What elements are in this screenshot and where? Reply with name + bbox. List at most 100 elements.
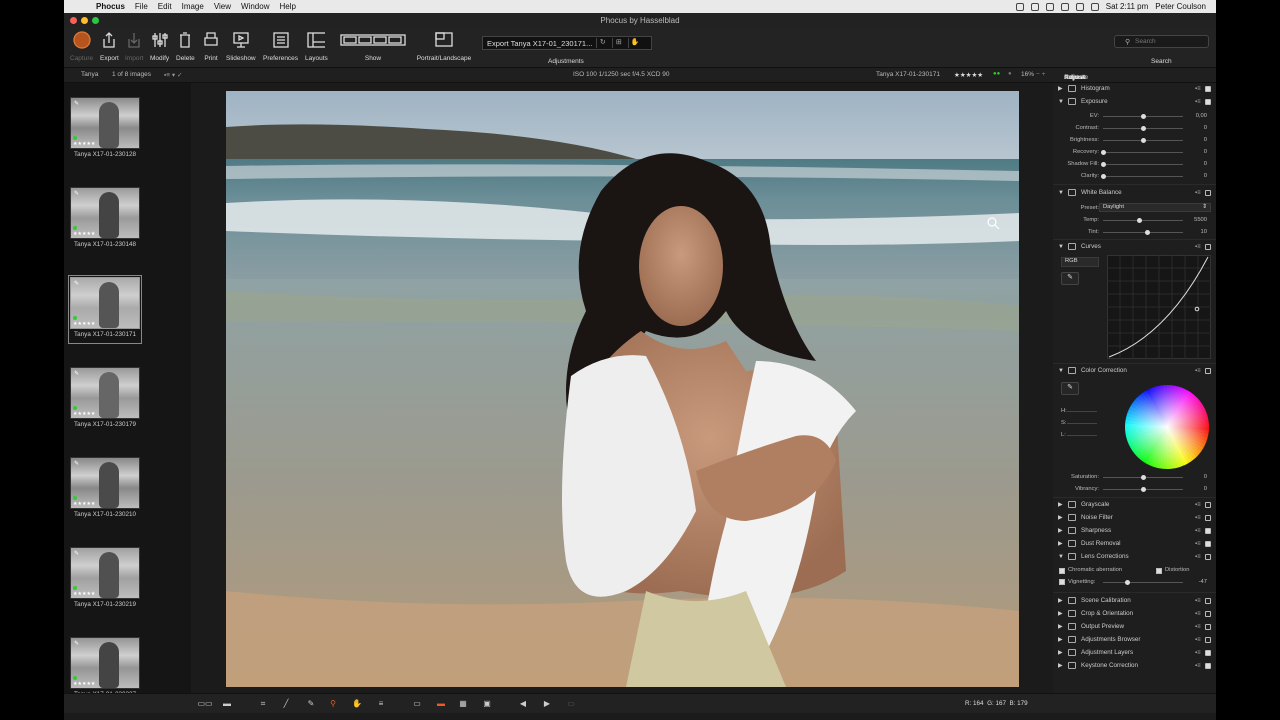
tool-enable-checkbox[interactable]	[1205, 85, 1211, 92]
import-button[interactable]: Import	[125, 30, 143, 62]
grid-icon[interactable]: ▦	[456, 698, 470, 709]
slider-value[interactable]: 0	[1204, 149, 1207, 155]
clock[interactable]: Sat 2:11 pm	[1106, 2, 1149, 11]
adjust-slider[interactable]: Temp: 5500	[1053, 215, 1216, 226]
tool-menu-icon[interactable]: ▪≡	[1195, 541, 1205, 547]
menu-edit[interactable]: Edit	[158, 2, 172, 11]
tool-tool-item[interactable]: ▶ Grayscale ▪≡	[1053, 498, 1216, 511]
show-button[interactable]: Show	[340, 30, 406, 62]
disclosure-closed-icon[interactable]: ▶	[1058, 514, 1066, 521]
disclosure-closed-icon[interactable]: ▶	[1058, 527, 1066, 534]
menu-view[interactable]: View	[214, 2, 231, 11]
disclosure-open-icon[interactable]: ▼	[1058, 554, 1066, 560]
slider-knob[interactable]	[1141, 487, 1146, 492]
slider-track[interactable]	[1103, 232, 1183, 233]
disclosure-closed-icon[interactable]: ▶	[1058, 636, 1066, 643]
distortion-checkbox[interactable]	[1156, 568, 1162, 574]
tool-enable-checkbox[interactable]	[1205, 623, 1211, 630]
slideshow-button[interactable]: Slideshow	[226, 30, 256, 62]
tool-menu-icon[interactable]: ▪≡	[1195, 598, 1205, 604]
color-wheel[interactable]	[1123, 383, 1211, 471]
battery-icon[interactable]	[1090, 2, 1099, 11]
tool-enable-checkbox[interactable]	[1205, 662, 1211, 669]
tool-menu-icon[interactable]: ▪≡	[1195, 86, 1205, 92]
thumbnail-item[interactable]: ✎ ★★★★★ Tanya X17-01-230128	[70, 97, 140, 162]
view-single-icon[interactable]: ▭▭	[197, 698, 212, 709]
next-image-icon[interactable]: ▶	[540, 698, 554, 709]
menu-file[interactable]: File	[135, 2, 148, 11]
tool-menu-icon[interactable]: ▪≡	[1195, 368, 1205, 374]
slider-value[interactable]: 0	[1204, 474, 1207, 480]
tool-enable-checkbox[interactable]	[1205, 610, 1211, 617]
pipette-tool-icon[interactable]: ✎	[304, 698, 318, 709]
tool-enable-checkbox[interactable]	[1205, 501, 1211, 508]
hand-tool-icon[interactable]: ✋	[350, 698, 364, 709]
previous-image-icon[interactable]: ◀	[516, 698, 530, 709]
tool-tool-item[interactable]: ▶ Adjustment Layers ▪≡	[1053, 646, 1216, 659]
wifi-icon[interactable]	[1075, 2, 1084, 11]
disclosure-closed-icon[interactable]: ▶	[1058, 610, 1066, 617]
portrait-landscape-button[interactable]: Portrait/Landscape	[414, 30, 474, 62]
slider-track[interactable]	[1103, 176, 1183, 177]
tool-menu-icon[interactable]: ▪≡	[1195, 99, 1205, 105]
disclosure-closed-icon[interactable]: ▶	[1058, 85, 1066, 92]
tool-menu-icon[interactable]: ▪≡	[1195, 515, 1205, 521]
tool-menu-icon[interactable]: ▪≡	[1195, 611, 1205, 617]
slider-track[interactable]	[1103, 164, 1183, 165]
slider-knob[interactable]	[1101, 150, 1106, 155]
slider-value[interactable]: 0	[1204, 137, 1207, 143]
exposure-warning-icon[interactable]: ▬	[434, 698, 448, 709]
adjust-slider[interactable]: Clarity: 0	[1053, 171, 1216, 182]
tag-dot-icon[interactable]: ●	[1008, 71, 1012, 77]
pipette-icon[interactable]: ✎	[1061, 382, 1079, 395]
slider-value[interactable]: 0	[1204, 161, 1207, 167]
adjust-slider[interactable]: Tint: 10	[1053, 227, 1216, 238]
capture-button[interactable]: Capture	[70, 30, 93, 62]
preferences-button[interactable]: Preferences	[263, 30, 298, 62]
tool-enable-checkbox[interactable]	[1205, 540, 1211, 547]
status-icon[interactable]	[1030, 2, 1039, 11]
loupe-tool-icon[interactable]: ⚲	[326, 698, 340, 709]
tool-enable-checkbox[interactable]	[1205, 597, 1211, 604]
tool-menu-icon[interactable]: ▪≡	[1195, 663, 1205, 669]
slider-track[interactable]	[1103, 220, 1183, 221]
tool-tool-item[interactable]: ▶ Adjustments Browser ▪≡	[1053, 633, 1216, 646]
tool-enable-checkbox[interactable]	[1205, 649, 1211, 656]
tool-enable-checkbox[interactable]	[1205, 514, 1211, 521]
tool-histogram[interactable]: ▶ Histogram ▪≡	[1053, 83, 1216, 95]
slider-track[interactable]	[1067, 423, 1097, 424]
adjust-slider[interactable]: EV: 0,00	[1053, 111, 1216, 122]
overlay-icon[interactable]: ▭	[410, 698, 424, 709]
user-name[interactable]: Peter Coulson	[1155, 2, 1206, 11]
slider-knob[interactable]	[1141, 126, 1146, 131]
slider-value[interactable]: 10	[1201, 229, 1207, 235]
tool-tool-item[interactable]: ▶ Noise Filter ▪≡	[1053, 511, 1216, 524]
slider-knob[interactable]	[1141, 475, 1146, 480]
modify-button[interactable]: Modify	[150, 30, 169, 62]
adjust-slider[interactable]: Saturation: 0	[1053, 472, 1216, 483]
tab-menu-icon[interactable]: ▪≡	[1059, 71, 1075, 81]
tool-tool-item[interactable]: ▶ Crop & Orientation ▪≡	[1053, 607, 1216, 620]
tool-exposure[interactable]: ▼ Exposure ▪≡	[1053, 95, 1216, 108]
slider-knob[interactable]	[1137, 218, 1142, 223]
status-icon[interactable]	[1045, 2, 1054, 11]
slider-knob[interactable]	[1101, 174, 1106, 179]
color-tag-icon[interactable]: ●●	[993, 71, 1000, 77]
rating-stars[interactable]: ★★★★★	[954, 71, 983, 79]
thumbnail-item[interactable]: ✎ ★★★★★ Tanya X17-01-230171	[68, 275, 142, 344]
export-selected-icon[interactable]: ⊞	[612, 38, 624, 48]
tool-tool-item[interactable]: ▶ Keystone Correction ▪≡	[1053, 659, 1216, 672]
search-input[interactable]: ⚲ Search	[1114, 35, 1209, 48]
crop-tool-icon[interactable]: ⌗	[256, 698, 270, 709]
curves-graph[interactable]	[1107, 255, 1211, 359]
vignetting-slider[interactable]: Vignetting: -47	[1053, 577, 1216, 588]
refresh-icon[interactable]: ↻	[596, 38, 608, 48]
disclosure-closed-icon[interactable]: ▶	[1058, 662, 1066, 669]
view-full-icon[interactable]: ▬	[220, 698, 234, 709]
list-tool-icon[interactable]: ≡	[374, 698, 388, 709]
adjust-slider[interactable]: Contrast: 0	[1053, 123, 1216, 134]
adjust-slider[interactable]: Vibrancy: 0	[1053, 484, 1216, 495]
thumbnail-item[interactable]: ✎ ★★★★★ Tanya X17-01-230210	[70, 457, 140, 522]
curves-channel-select[interactable]: RGB	[1061, 257, 1099, 267]
tool-enable-checkbox[interactable]	[1205, 553, 1211, 560]
